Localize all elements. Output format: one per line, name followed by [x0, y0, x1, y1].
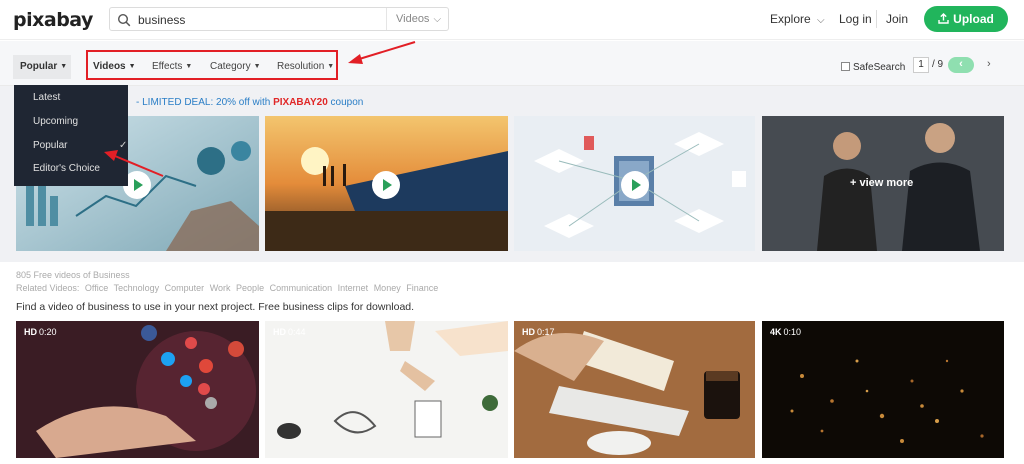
search-icon: [117, 13, 131, 27]
checkmark-icon: ✓: [119, 140, 128, 151]
duration-label: 0:44: [288, 327, 306, 337]
prev-page-button[interactable]: ‹: [948, 57, 974, 73]
play-icon[interactable]: [372, 171, 400, 199]
quality-label: HD: [273, 327, 286, 337]
upload-icon: [938, 13, 949, 24]
related-videos: Related Videos: Office Technology Comput…: [16, 283, 441, 293]
sort-option-latest[interactable]: Latest: [33, 92, 60, 103]
results-description: Find a video of business to use in your …: [16, 301, 415, 313]
golden-particles-thumbnail: [762, 321, 1004, 458]
social-media-phone-thumbnail: [16, 321, 259, 458]
quality-label: 4K: [770, 327, 782, 337]
login-link[interactable]: Log in: [839, 12, 872, 26]
desk-meeting-thumbnail: [265, 321, 508, 458]
duration-label: 0:17: [537, 327, 555, 337]
video-card-1[interactable]: HD 0:20: [16, 321, 259, 458]
video-quality-badge: HD 0:44: [273, 327, 306, 337]
related-label: Related Videos:: [16, 283, 80, 293]
duration-label: 0:10: [783, 327, 802, 337]
sort-popular-button[interactable]: Popular ▼: [20, 61, 67, 72]
page-total: / 9: [932, 59, 944, 70]
related-tag[interactable]: Finance: [406, 283, 438, 293]
quality-label: HD: [24, 327, 37, 337]
sort-label: Popular: [20, 61, 58, 72]
related-tag[interactable]: Office: [85, 283, 108, 293]
sort-dropdown-menu: Latest Upcoming Popular ✓ Editor's Choic…: [14, 85, 128, 186]
checkbox-icon[interactable]: [841, 62, 850, 71]
related-tag[interactable]: Work: [210, 283, 231, 293]
caret-down-icon: ▼: [60, 63, 68, 70]
keyboard-coffee-thumbnail: [514, 321, 755, 458]
pixabay-logo[interactable]: pixabay: [13, 9, 93, 31]
search-type-select[interactable]: Videos ⌵: [386, 8, 448, 30]
duration-label: 0:20: [39, 327, 57, 337]
video-quality-badge: HD 0:20: [24, 327, 57, 337]
search-input[interactable]: business: [138, 13, 185, 27]
upload-button[interactable]: Upload: [924, 6, 1008, 32]
related-tag[interactable]: Communication: [270, 283, 333, 293]
related-tag[interactable]: Money: [374, 283, 401, 293]
related-tag[interactable]: Technology: [114, 283, 160, 293]
promo-suffix: coupon: [327, 97, 364, 108]
chevron-down-icon: ⌵: [433, 14, 442, 25]
video-card-2[interactable]: HD 0:44: [265, 321, 508, 458]
sort-option-popular[interactable]: Popular: [33, 140, 67, 151]
sort-option-upcoming[interactable]: Upcoming: [33, 116, 78, 127]
sort-option-editors-choice[interactable]: Editor's Choice: [33, 163, 100, 174]
video-quality-badge: HD 0:17: [522, 327, 555, 337]
video-card-4[interactable]: 4K 0:10: [762, 321, 1004, 458]
related-tag[interactable]: People: [236, 283, 264, 293]
featured-video-3[interactable]: [514, 116, 755, 251]
promo-code: PIXABAY20: [273, 97, 328, 108]
featured-video-2[interactable]: [265, 116, 508, 251]
explore-label: Explore: [770, 12, 811, 26]
view-more-link[interactable]: + view more: [850, 177, 913, 189]
annotation-highlight-box: [86, 50, 338, 80]
upload-label: Upload: [953, 12, 994, 26]
join-link[interactable]: Join: [886, 12, 908, 26]
related-tag[interactable]: Computer: [165, 283, 205, 293]
page-number-input[interactable]: 1: [913, 57, 929, 73]
next-page-button[interactable]: ›: [987, 58, 991, 70]
video-card-3[interactable]: HD 0:17: [514, 321, 755, 458]
result-count: 805 Free videos of Business: [16, 270, 130, 280]
nav-divider: [876, 10, 877, 28]
safesearch-label: SafeSearch: [853, 62, 906, 73]
search-type-label: Videos: [396, 13, 430, 25]
search-bar[interactable]: business Videos ⌵: [109, 7, 449, 31]
quality-label: HD: [522, 327, 535, 337]
play-icon[interactable]: [621, 171, 649, 199]
video-quality-badge: 4K 0:10: [770, 327, 801, 337]
explore-menu[interactable]: Explore ⌵: [770, 12, 825, 26]
chevron-down-icon: ⌵: [817, 15, 825, 26]
related-tag[interactable]: Internet: [338, 283, 369, 293]
top-header: pixabay business Videos ⌵ Explore ⌵ Log i…: [0, 0, 1024, 40]
promo-text: - LIMITED DEAL: 20% off with: [136, 97, 274, 108]
safesearch-toggle[interactable]: SafeSearch: [841, 62, 905, 73]
promo-banner[interactable]: - LIMITED DEAL: 20% off with PIXABAY20 c…: [136, 97, 363, 108]
